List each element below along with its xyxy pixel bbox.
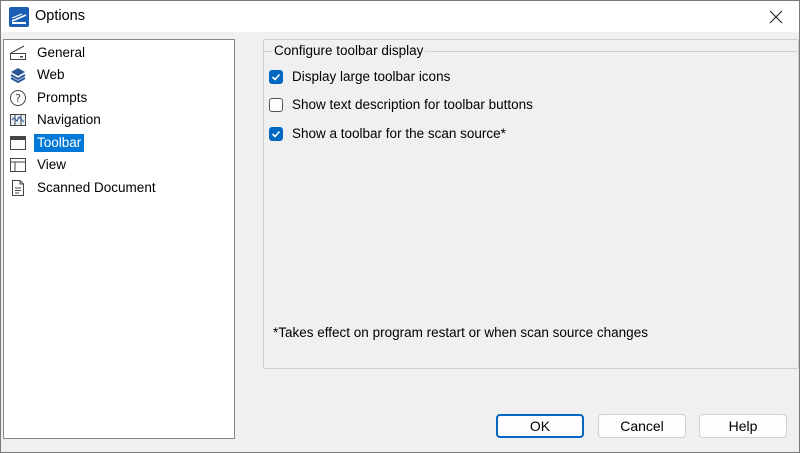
title-bar: Options bbox=[1, 1, 799, 32]
scanner-icon bbox=[9, 44, 27, 62]
restart-note: *Takes effect on program restart or when… bbox=[273, 325, 648, 340]
question-icon: ? bbox=[9, 89, 27, 107]
close-icon bbox=[769, 10, 783, 23]
nav-item-scanned-document[interactable]: Scanned Document bbox=[9, 178, 159, 198]
checkmark-icon bbox=[271, 73, 281, 81]
cancel-button[interactable]: Cancel bbox=[598, 414, 686, 438]
settings-panel bbox=[263, 39, 799, 369]
nav-item-label: Scanned Document bbox=[37, 180, 156, 195]
layers-icon bbox=[9, 66, 27, 84]
view-icon bbox=[9, 156, 27, 174]
nav-item-view[interactable]: View bbox=[9, 155, 69, 175]
nav-item-label: Navigation bbox=[37, 112, 101, 127]
nav-item-general[interactable]: General bbox=[9, 43, 88, 63]
document-icon bbox=[9, 179, 27, 197]
option-label: Display large toolbar icons bbox=[292, 69, 451, 84]
app-icon bbox=[9, 7, 29, 27]
option-label: Show a toolbar for the scan source* bbox=[292, 126, 506, 141]
checkbox-large-icons[interactable] bbox=[269, 69, 283, 84]
toolbar-icon bbox=[9, 134, 27, 152]
nav-item-label: Toolbar bbox=[34, 134, 85, 152]
checkmark-icon bbox=[271, 130, 281, 138]
checkbox-text-description[interactable] bbox=[269, 97, 283, 112]
nav-item-navigation[interactable]: Navigation bbox=[9, 110, 104, 130]
ok-button[interactable]: OK bbox=[496, 414, 584, 438]
options-dialog: Options General Web ? Prompts Navigation… bbox=[0, 0, 800, 453]
window-title: Options bbox=[35, 8, 85, 24]
option-large-icons[interactable]: Display large toolbar icons bbox=[269, 69, 450, 84]
checkbox-scan-source-toolbar[interactable] bbox=[269, 126, 283, 141]
nav-item-label: Prompts bbox=[37, 90, 88, 105]
svg-text:?: ? bbox=[15, 92, 21, 105]
group-title: Configure toolbar display bbox=[272, 43, 426, 58]
nav-item-label: General bbox=[37, 45, 86, 60]
nav-item-web[interactable]: Web bbox=[9, 65, 68, 85]
map-icon bbox=[9, 111, 27, 129]
nav-item-toolbar[interactable]: Toolbar bbox=[9, 133, 85, 153]
options-category-list[interactable]: General Web ? Prompts Navigation Toolbar… bbox=[3, 39, 235, 439]
option-scan-source-toolbar[interactable]: Show a toolbar for the scan source* bbox=[269, 126, 506, 141]
nav-item-label: Web bbox=[37, 67, 65, 82]
nav-item-prompts[interactable]: ? Prompts bbox=[9, 88, 90, 108]
option-text-description[interactable]: Show text description for toolbar button… bbox=[269, 97, 533, 112]
option-label: Show text description for toolbar button… bbox=[292, 97, 533, 112]
nav-item-label: View bbox=[37, 157, 67, 172]
close-button[interactable] bbox=[753, 1, 799, 32]
help-button[interactable]: Help bbox=[699, 414, 787, 438]
